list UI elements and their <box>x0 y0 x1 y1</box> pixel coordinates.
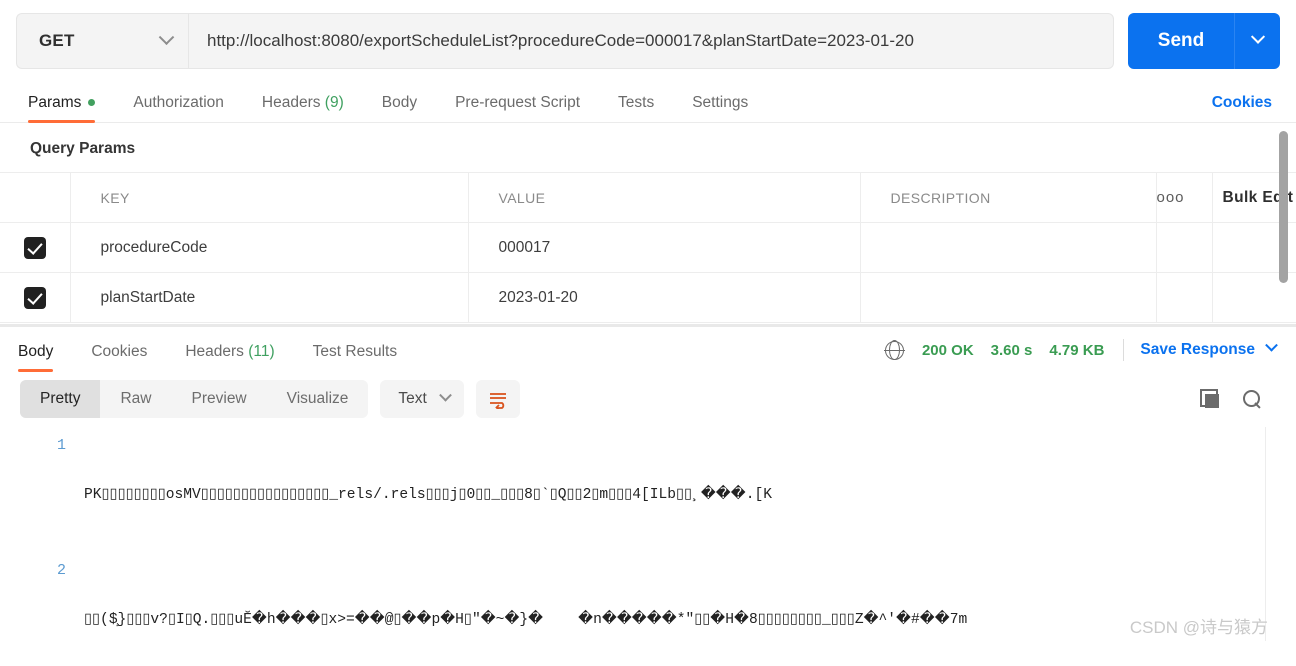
response-format-select[interactable]: Text <box>380 380 464 418</box>
view-pretty[interactable]: Pretty <box>20 380 101 418</box>
tab-settings[interactable]: Settings <box>692 94 748 122</box>
row-value-text: 2023-01-20 <box>498 288 578 306</box>
code-right-border <box>1265 427 1266 641</box>
line-number: 1 <box>56 437 66 454</box>
request-url-bar: GET http://localhost:8080/exportSchedule… <box>0 0 1296 80</box>
copy-icon[interactable] <box>1200 389 1220 409</box>
code-text: PK▯▯▯▯▯▯▯▯osMV▯▯▯▯▯▯▯▯▯▯▯▯▯▯▯▯_rels/.rel… <box>84 487 772 503</box>
send-options-caret[interactable] <box>1234 13 1280 69</box>
save-response-caret[interactable] <box>1265 338 1278 359</box>
view-preview[interactable]: Preview <box>172 380 267 418</box>
tab-params[interactable]: Params <box>28 94 96 123</box>
chevron-down-icon <box>438 388 452 402</box>
response-meta: 200 OK 3.60 s 4.79 KB Save Response <box>884 338 1278 371</box>
wrap-lines-icon <box>489 393 506 409</box>
url-input[interactable]: http://localhost:8080/exportScheduleList… <box>188 13 1114 69</box>
row-checkbox-cell <box>0 222 71 273</box>
tab-settings-label: Settings <box>692 94 749 111</box>
wrap-lines-button[interactable] <box>475 380 520 418</box>
column-header-value: VALUE <box>468 172 861 223</box>
tab-body-label: Body <box>381 94 418 111</box>
response-tools <box>1200 389 1278 409</box>
request-tabs: Params Authorization Headers (9) Body Pr… <box>0 80 1296 123</box>
code-line-content: PK▯▯▯▯▯▯▯▯osMV▯▯▯▯▯▯▯▯▯▯▯▯▯▯▯▯_rels/.rel… <box>84 433 1296 558</box>
line-number: 2 <box>56 562 66 579</box>
row-value-cell[interactable]: 2023-01-20 <box>468 272 861 323</box>
send-button[interactable]: Send <box>1128 13 1234 69</box>
row-checkbox-cell <box>0 272 71 323</box>
row-options-cell <box>1156 222 1213 273</box>
meta-divider <box>1123 339 1125 361</box>
status-badge: 200 OK <box>921 341 974 359</box>
code-line-block: 2 ▯▯($̧}▯▯▯v?▯I▯Q.▯▯▯uӖ�h���▯x>=��@▯��p�… <box>0 558 1296 641</box>
send-button-group: Send <box>1128 13 1280 69</box>
table-row: procedureCode 000017 <box>0 222 1296 273</box>
row-key-cell[interactable]: procedureCode <box>70 222 469 273</box>
cookies-link[interactable]: Cookies <box>1212 94 1272 122</box>
more-options-icon: ooo <box>1156 189 1185 206</box>
table-header-row: KEY VALUE DESCRIPTION ooo Bulk Edit <box>0 172 1296 223</box>
tab-params-label: Params <box>28 94 82 111</box>
tab-test-results[interactable]: Test Results <box>313 343 397 371</box>
tab-body[interactable]: Body <box>382 94 417 122</box>
query-params-title: Query Params <box>30 140 136 157</box>
tab-response-headers[interactable]: Headers (11) <box>185 343 274 371</box>
row-key-text: planStartDate <box>100 288 196 306</box>
row-key-cell[interactable]: planStartDate <box>70 272 469 323</box>
tab-headers-label: Headers <box>261 94 321 111</box>
response-time: 3.60 s <box>990 341 1033 359</box>
row-key-text: procedureCode <box>100 238 208 256</box>
tab-pre-request-script-label: Pre-request Script <box>455 94 581 111</box>
chevron-down-icon <box>1250 29 1265 44</box>
row-options-cell <box>1156 272 1213 323</box>
globe-icon <box>884 339 905 361</box>
code-text: ▯▯($̧}▯▯▯v?▯I▯Q.▯▯▯uӖ�h���▯x>=��@▯��p�H▯… <box>84 612 968 628</box>
tab-response-headers-count: (11) <box>248 343 275 360</box>
http-method-label: GET <box>39 31 75 50</box>
tab-authorization[interactable]: Authorization <box>133 94 223 122</box>
code-line-block: 1 PK▯▯▯▯▯▯▯▯osMV▯▯▯▯▯▯▯▯▯▯▯▯▯▯▯▯_rels/.r… <box>0 433 1296 558</box>
tab-response-headers-label: Headers <box>185 343 244 360</box>
response-body-viewer[interactable]: 1 PK▯▯▯▯▯▯▯▯osMV▯▯▯▯▯▯▯▯▯▯▯▯▯▯▯▯_rels/.r… <box>0 427 1296 641</box>
code-line-content: ▯▯($̧}▯▯▯v?▯I▯Q.▯▯▯uӖ�h���▯x>=��@▯��p�H▯… <box>84 558 1296 641</box>
tab-tests-label: Tests <box>618 94 655 111</box>
table-row: planStartDate 2023-01-20 <box>0 272 1296 323</box>
row-checkbox[interactable] <box>24 286 46 309</box>
row-value-cell[interactable]: 000017 <box>468 222 861 273</box>
chevron-down-icon <box>158 28 175 45</box>
tab-pre-request-script[interactable]: Pre-request Script <box>455 94 580 122</box>
response-tabs: Body Cookies Headers (11) Test Results 2… <box>0 327 1296 372</box>
search-icon[interactable] <box>1242 389 1262 409</box>
select-all-header <box>0 172 71 223</box>
row-checkbox[interactable] <box>24 236 46 259</box>
row-description-cell[interactable] <box>860 272 1157 323</box>
response-view-switcher: Pretty Raw Preview Visualize <box>20 380 369 418</box>
tab-response-body-label: Body <box>18 343 54 360</box>
unsaved-dot-icon <box>88 99 96 107</box>
http-method-select[interactable]: GET <box>16 13 188 69</box>
query-params-table: KEY VALUE DESCRIPTION ooo Bulk Edit proc… <box>0 172 1296 323</box>
query-params-panel: Query Params KEY VALUE DESCRIPTION ooo B… <box>0 123 1296 324</box>
tab-tests[interactable]: Tests <box>618 94 654 122</box>
row-description-cell[interactable] <box>860 222 1157 273</box>
column-header-description: DESCRIPTION <box>860 172 1157 223</box>
response-body-toolbar: Pretty Raw Preview Visualize Text <box>0 371 1296 427</box>
view-raw[interactable]: Raw <box>100 380 171 418</box>
tab-test-results-label: Test Results <box>312 343 398 360</box>
response-format-label: Text <box>398 390 427 407</box>
response-size: 4.79 KB <box>1049 341 1105 359</box>
column-options-button[interactable]: ooo <box>1156 172 1213 223</box>
column-header-key: KEY <box>70 172 469 223</box>
tab-response-cookies[interactable]: Cookies <box>91 343 147 371</box>
tab-authorization-label: Authorization <box>133 94 224 111</box>
params-scrollbar-thumb[interactable] <box>1279 131 1288 283</box>
save-response-button[interactable]: Save Response <box>1140 341 1255 359</box>
tab-headers-count: (9) <box>324 94 344 111</box>
tab-response-body[interactable]: Body <box>18 343 54 372</box>
tab-response-cookies-label: Cookies <box>91 343 148 360</box>
view-visualize[interactable]: Visualize <box>267 380 369 418</box>
chevron-down-icon <box>1265 338 1278 352</box>
row-value-text: 000017 <box>498 238 551 256</box>
tab-headers[interactable]: Headers (9) <box>262 94 344 122</box>
